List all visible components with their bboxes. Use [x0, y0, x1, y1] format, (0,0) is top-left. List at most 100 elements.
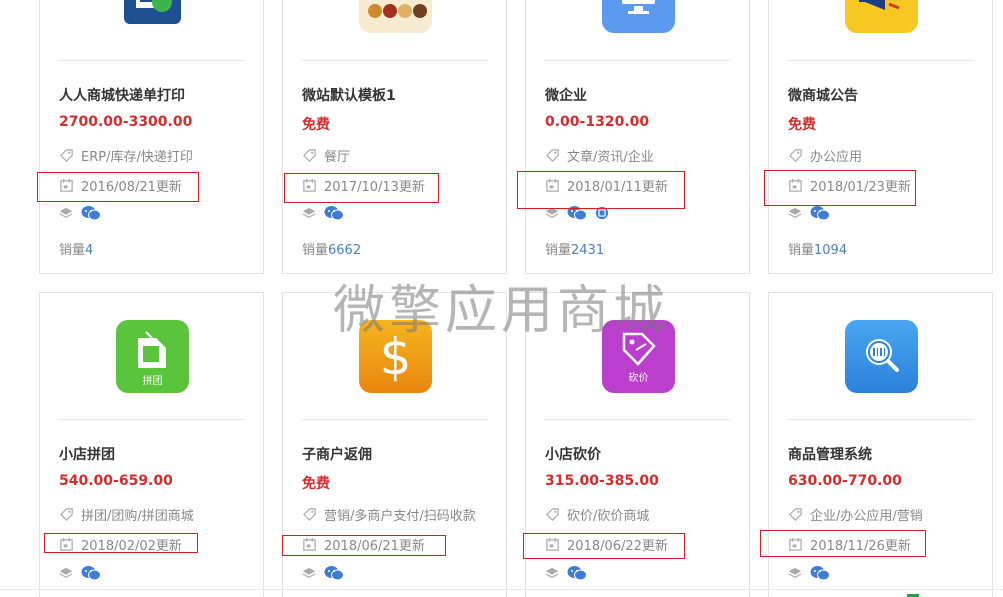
app-price: 免费 — [788, 117, 816, 133]
layers-icon — [302, 567, 316, 579]
date-highlight-box — [284, 173, 439, 203]
app-name[interactable]: 微企业 — [545, 85, 587, 105]
food-template-icon[interactable] — [359, 0, 432, 33]
app-price: 免费 — [302, 476, 330, 492]
tag-icon — [303, 508, 316, 521]
layers-icon — [788, 567, 802, 579]
app-name[interactable]: 微商城公告 — [788, 85, 858, 105]
layers-icon — [59, 567, 73, 579]
layers-icon — [302, 207, 316, 219]
barcode-search-icon[interactable] — [845, 320, 918, 393]
wechat-icon — [810, 206, 830, 221]
app-price: 免费 — [302, 117, 330, 133]
sales-label: 销量 — [59, 243, 86, 258]
bargain-icon-label: 砍价 — [628, 373, 649, 384]
app-price: 315.00-385.00 — [545, 473, 659, 489]
date-highlight-box — [44, 533, 198, 553]
platform-icons — [59, 205, 101, 221]
app-name[interactable]: 人人商城快递单打印 — [59, 85, 185, 105]
app-card[interactable]: 微商城公告 免费 办公应用 2018/01/23更新 销量1094 — [768, 0, 993, 274]
app-card[interactable]: 人人商城快递单打印 2700.00-3300.00 ERP/库存/快递打印 20… — [39, 0, 264, 274]
platform-icons — [545, 565, 587, 581]
sales-label: 销量 — [788, 243, 815, 258]
platform-icons — [788, 205, 830, 221]
tag-icon — [789, 149, 802, 162]
app-name[interactable]: 小店拼团 — [59, 444, 115, 464]
app-tags-text: ERP/库存/快递打印 — [81, 150, 193, 165]
app-tags: 文章/资讯/企业 — [545, 146, 654, 165]
wechat-icon — [324, 566, 344, 581]
app-tags: ERP/库存/快递打印 — [59, 146, 193, 165]
app-name[interactable]: 商品管理系统 — [788, 444, 872, 464]
megaphone-icon[interactable] — [845, 0, 918, 33]
app-tags: 砍价/砍价商城 — [545, 505, 649, 524]
app-tags-text: 企业/办公应用/营销 — [810, 509, 923, 524]
date-highlight-box — [760, 530, 926, 557]
platform-icons — [302, 205, 344, 221]
date-highlight-box — [517, 171, 685, 209]
layers-icon — [545, 567, 559, 579]
app-tags-text: 砍价/砍价商城 — [567, 509, 650, 524]
app-tags: 营销/多商户支付/扫码收款 — [302, 505, 476, 524]
sales-count: 4 — [85, 243, 94, 258]
divider — [0, 589, 1003, 590]
tag-icon — [546, 149, 559, 162]
app-price: 540.00-659.00 — [59, 473, 173, 489]
app-tags: 拼团/团购/拼团商城 — [59, 505, 194, 524]
divider — [301, 419, 488, 420]
tag-icon — [60, 149, 73, 162]
tag-icon — [789, 508, 802, 521]
sales-count: 1094 — [814, 243, 848, 258]
divider — [787, 419, 974, 420]
platform-icons — [788, 565, 830, 581]
app-card[interactable]: 微站默认模板1 免费 餐厅 2017/10/13更新 销量6662 — [282, 0, 507, 274]
sales-label: 销量 — [302, 243, 329, 258]
app-card[interactable]: 微企业 0.00-1320.00 文章/资讯/企业 2018/01/11更新 销… — [525, 0, 750, 274]
tag-icon — [546, 508, 559, 521]
tag-icon — [303, 149, 316, 162]
app-name[interactable]: 微站默认模板1 — [302, 85, 396, 105]
app-price: 2700.00-3300.00 — [59, 114, 193, 130]
date-highlight-box — [282, 535, 446, 556]
divider — [544, 419, 731, 420]
divider — [787, 60, 974, 61]
app-sales: 销量4 — [59, 239, 93, 258]
app-price: 0.00-1320.00 — [545, 114, 650, 130]
sales-count: 6662 — [328, 243, 362, 258]
layers-icon — [788, 207, 802, 219]
app-price: 630.00-770.00 — [788, 473, 902, 489]
app-tags: 办公应用 — [788, 146, 862, 165]
wechat-icon — [324, 206, 344, 221]
platform-icons — [59, 565, 101, 581]
app-sales: 销量1094 — [788, 239, 847, 258]
app-tags-text: 办公应用 — [810, 150, 863, 165]
divider — [544, 60, 731, 61]
app-sales: 销量6662 — [302, 239, 361, 258]
app-sales: 销量2431 — [545, 239, 604, 258]
date-highlight-box — [37, 172, 199, 202]
app-name[interactable]: 子商户返佣 — [302, 444, 372, 464]
divider — [58, 60, 245, 61]
print-app-icon[interactable] — [116, 0, 189, 33]
app-tags-text: 营销/多商户支付/扫码收款 — [324, 509, 476, 524]
app-tags-text: 餐厅 — [324, 150, 351, 165]
layers-icon — [59, 207, 73, 219]
app-tags-text: 文章/资讯/企业 — [567, 150, 654, 165]
divider — [58, 419, 245, 420]
date-highlight-box — [764, 170, 916, 206]
group-buy-icon-label: 拼团 — [142, 376, 163, 387]
wechat-icon — [567, 566, 587, 581]
app-tags-text: 拼团/团购/拼团商城 — [81, 509, 194, 524]
app-name[interactable]: 小店砍价 — [545, 444, 601, 464]
divider — [301, 60, 488, 61]
watermark: 微擎应用商城 — [333, 281, 670, 341]
platform-icons — [302, 565, 344, 581]
monitor-icon[interactable] — [602, 0, 675, 33]
app-tags: 餐厅 — [302, 146, 350, 165]
app-tags: 企业/办公应用/营销 — [788, 505, 923, 524]
group-buy-icon[interactable]: 拼团 — [116, 320, 189, 393]
wechat-icon — [81, 566, 101, 581]
wechat-icon — [810, 566, 830, 581]
wechat-icon — [81, 206, 101, 221]
date-highlight-box — [523, 533, 685, 559]
